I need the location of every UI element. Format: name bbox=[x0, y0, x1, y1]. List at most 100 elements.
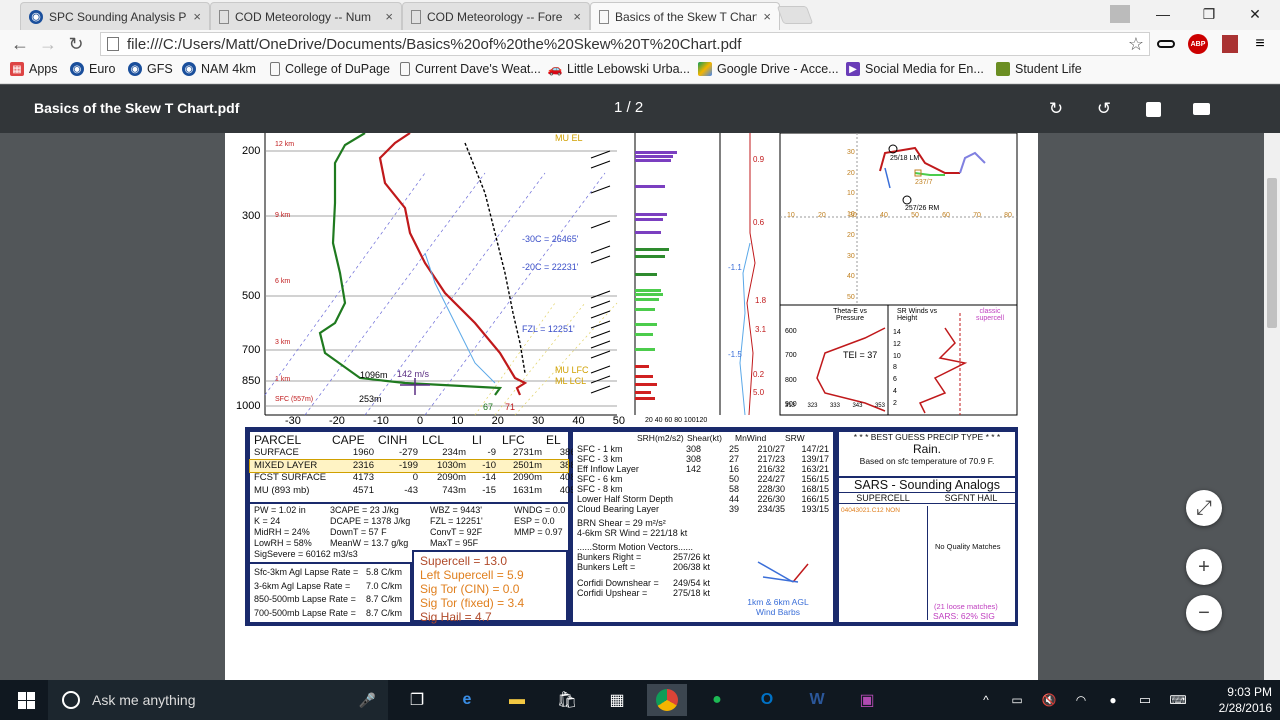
file-explorer-icon[interactable]: ▬ bbox=[497, 684, 537, 716]
calculator-icon[interactable]: ▦ bbox=[597, 684, 637, 716]
wifi-icon[interactable]: ◠ bbox=[1063, 684, 1099, 716]
minimize-button[interactable]: — bbox=[1140, 0, 1186, 28]
close-window-button[interactable]: ✕ bbox=[1232, 0, 1278, 28]
srh-cell: 217/23 bbox=[757, 454, 785, 464]
cortana-search[interactable]: Ask me anything 🎤 bbox=[48, 680, 388, 720]
srh-cell: 50 bbox=[728, 474, 739, 484]
bookmark-social[interactable]: ▶ Social Media for En... bbox=[846, 62, 984, 76]
bookmark-lebowski[interactable]: 🚗 Little Lebowski Urba... bbox=[548, 62, 690, 76]
omega-label: -1.1 bbox=[728, 263, 742, 272]
parcel-cell: 1631m bbox=[512, 484, 542, 496]
glasses-extension-icon[interactable] bbox=[1154, 32, 1178, 56]
close-tab-icon[interactable]: × bbox=[763, 9, 771, 24]
srh-cell: 234/35 bbox=[757, 504, 785, 514]
bookmark-gfs[interactable]: ◉ GFS bbox=[128, 62, 173, 76]
store-icon[interactable]: 🛍 bbox=[547, 684, 587, 716]
weather-icon[interactable]: ● bbox=[1095, 684, 1131, 716]
rotate-clockwise-icon[interactable]: ↻ bbox=[1044, 97, 1068, 121]
srh-cell: 39 bbox=[728, 504, 739, 514]
srh-cell bbox=[673, 494, 701, 504]
col-srw: SRW bbox=[785, 433, 805, 443]
reload-icon[interactable]: ↻ bbox=[62, 30, 90, 58]
bookmark-student-life[interactable]: Student Life bbox=[996, 62, 1082, 76]
spotify-icon[interactable]: ● bbox=[697, 684, 737, 716]
parcel-cell: -10 bbox=[482, 459, 496, 471]
new-tab-button[interactable] bbox=[776, 6, 814, 24]
param-cell: ConvT = 92F bbox=[430, 527, 483, 537]
srh-cell: 210/27 bbox=[757, 444, 785, 454]
omega-label: 1.8 bbox=[755, 296, 767, 305]
parcel-cell: -15 bbox=[482, 484, 496, 496]
user-profile-icon[interactable] bbox=[1100, 0, 1140, 28]
tab-skewt-pdf[interactable]: Basics of the Skew T Chart × bbox=[590, 2, 780, 30]
h-label-12km: 12 km bbox=[275, 141, 295, 148]
microphone-icon[interactable]: 🎤 bbox=[359, 692, 376, 709]
lapse-row: 850-500mb Lapse Rate = 8.7 C/km bbox=[254, 593, 406, 607]
edge-icon[interactable]: e bbox=[447, 684, 487, 716]
bookmark-nam4km[interactable]: ◉ NAM 4km bbox=[182, 62, 256, 76]
sars-no-quality: No Quality Matches bbox=[935, 542, 1001, 551]
action-center-icon[interactable]: ▭ bbox=[1127, 684, 1163, 716]
windows-start-icon[interactable] bbox=[6, 684, 46, 716]
back-arrow-icon[interactable]: ← bbox=[6, 30, 34, 58]
param-row: K = 24 DCAPE = 1378 J/kg FZL = 12251' ESP =… bbox=[254, 516, 564, 527]
print-icon[interactable] bbox=[1189, 97, 1213, 121]
battery-icon[interactable]: ▭ bbox=[999, 684, 1035, 716]
noaa-icon: ◉ bbox=[182, 62, 196, 76]
scrollbar[interactable] bbox=[1264, 133, 1280, 680]
address-bar[interactable]: file:///C:/Users/Matt/OneDrive/Documents… bbox=[100, 32, 1150, 56]
tab-cod-fore[interactable]: COD Meteorology -- Fore × bbox=[402, 2, 590, 30]
word-icon[interactable]: W bbox=[797, 684, 837, 716]
onenote-icon[interactable]: ▣ bbox=[847, 684, 887, 716]
lapse-cell: 8.7 C/km bbox=[366, 607, 403, 618]
pdf-extension-icon[interactable] bbox=[1218, 32, 1242, 56]
sars-title: SARS - Sounding Analogs bbox=[839, 478, 1015, 493]
bookmark-drive[interactable]: Google Drive - Acce... bbox=[698, 62, 839, 76]
srh-cell bbox=[673, 474, 701, 484]
srh-cell: 166/15 bbox=[801, 494, 829, 504]
tab-cod-num[interactable]: COD Meteorology -- Num × bbox=[210, 2, 402, 30]
bookmark-apps[interactable]: ▦ Apps bbox=[10, 62, 58, 76]
storm-motion-cell: Corfidi Downshear = bbox=[577, 578, 659, 588]
keyboard-icon[interactable]: ⌨ bbox=[1160, 684, 1196, 716]
student-life-icon bbox=[996, 62, 1010, 76]
srh-row: SFC - 1 km 308 25 210/27 147/21 bbox=[573, 444, 833, 454]
srh-row: Lower Half Storm Depth 44 226/30 166/15 bbox=[573, 494, 833, 504]
save-icon[interactable] bbox=[1141, 97, 1165, 121]
page-icon bbox=[270, 62, 280, 76]
rotate-counterclockwise-icon[interactable]: ↺ bbox=[1092, 97, 1116, 121]
fit-to-page-icon[interactable]: ⤢ bbox=[1186, 490, 1222, 526]
close-tab-icon[interactable]: × bbox=[193, 9, 201, 24]
bookmark-daves[interactable]: Current Dave's Weat... bbox=[400, 62, 541, 76]
parcel-trace bbox=[464, 142, 526, 374]
param-cell: 3CAPE = 23 J/kg bbox=[330, 505, 399, 515]
bookmark-cod[interactable]: College of DuPage bbox=[270, 62, 390, 76]
adblock-plus-icon[interactable]: ABP bbox=[1186, 32, 1210, 56]
srh-cell: 147/21 bbox=[801, 444, 829, 454]
close-tab-icon[interactable]: × bbox=[573, 9, 581, 24]
restore-button[interactable]: ❐ bbox=[1186, 0, 1232, 28]
parcel-cell: -199 bbox=[398, 459, 418, 471]
pdf-viewer[interactable]: 200 300 500 700 850 1000 12 km 9 km 6 km… bbox=[0, 133, 1280, 680]
omega-label: 3.1 bbox=[755, 325, 767, 334]
taskbar: Ask me anything 🎤 ❐ e ▬ 🛍 ▦ ● O W ▣ ^ ▭ 🔇… bbox=[0, 680, 1280, 720]
srh-cell: 142 bbox=[685, 464, 701, 474]
zoom-in-icon[interactable]: + bbox=[1186, 549, 1222, 585]
close-tab-icon[interactable]: × bbox=[385, 9, 393, 24]
param-row: LowRH = 58% MeanW = 13.7 g/kg MaxT = 95F bbox=[254, 538, 564, 549]
task-view-icon[interactable]: ❐ bbox=[397, 684, 437, 716]
zoom-out-icon[interactable]: − bbox=[1186, 595, 1222, 631]
tab-spc-sounding[interactable]: ◉ SPC Sounding Analysis Pag × bbox=[20, 2, 210, 30]
menu-icon[interactable]: ≡ bbox=[1248, 32, 1272, 56]
scrollbar-thumb[interactable] bbox=[1267, 178, 1277, 328]
lapse-cell: 7.0 C/km bbox=[366, 580, 403, 591]
chrome-icon[interactable] bbox=[647, 684, 687, 716]
current-page[interactable]: 1 bbox=[614, 99, 622, 116]
bookmark-euro[interactable]: ◉ Euro bbox=[70, 62, 115, 76]
outlook-icon[interactable]: O bbox=[747, 684, 787, 716]
volume-icon[interactable]: 🔇 bbox=[1031, 684, 1067, 716]
clock[interactable]: 9:03 PM 2/28/2016 bbox=[1198, 684, 1272, 716]
car-icon: 🚗 bbox=[547, 62, 563, 76]
bookmark-star-icon[interactable]: ☆ bbox=[1122, 30, 1150, 58]
forward-arrow-icon[interactable]: → bbox=[34, 30, 62, 58]
